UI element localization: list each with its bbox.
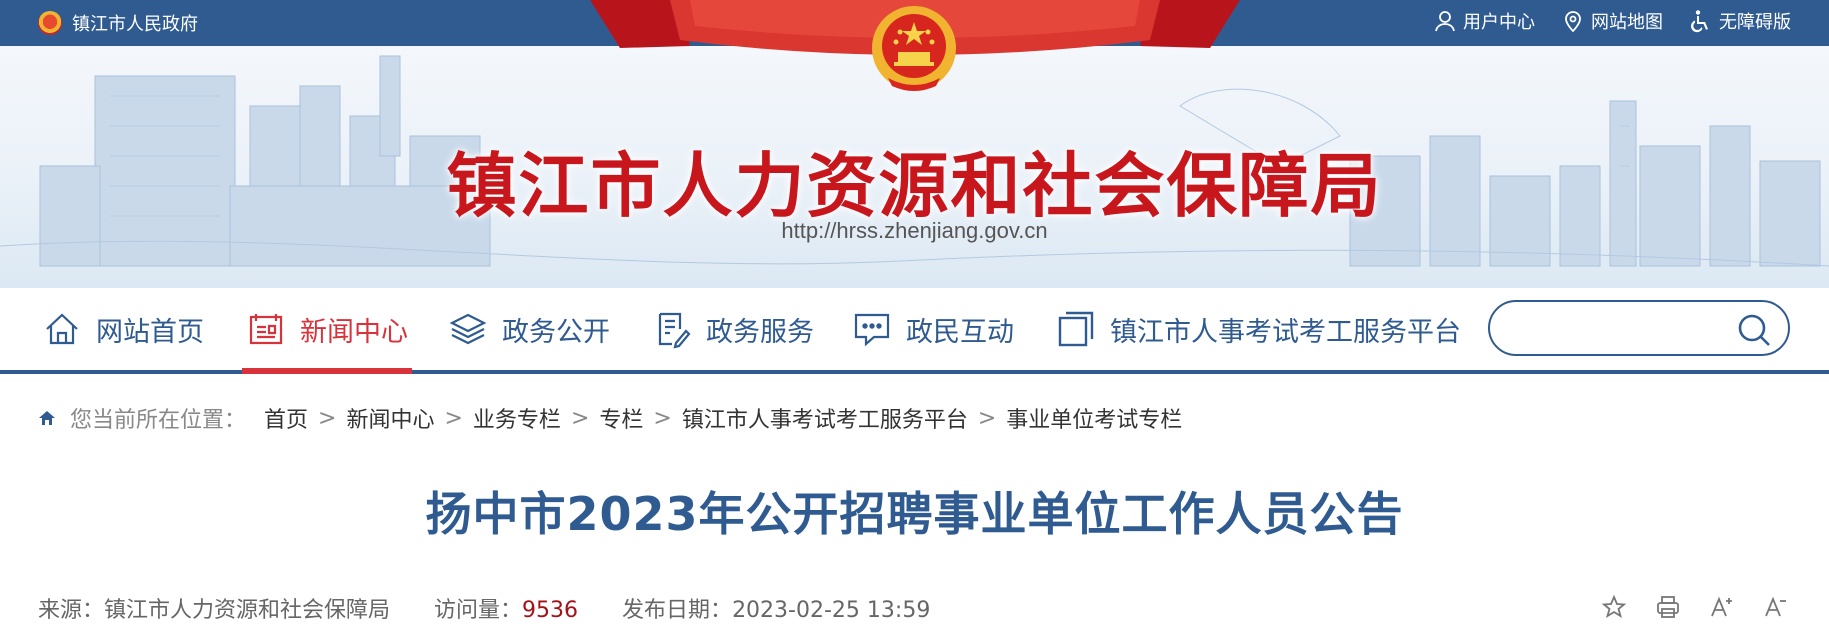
- breadcrumb-separator: >: [444, 405, 463, 431]
- nav-public-interaction[interactable]: 政民互动: [852, 288, 1014, 370]
- font-decrease-button[interactable]: [1763, 594, 1789, 620]
- breadcrumb-separator: >: [977, 405, 997, 431]
- search-box: [1488, 300, 1790, 356]
- article-meta: 来源：镇江市人力资源和社会保障局 访问量：9536 发布日期：2023-02-2…: [38, 592, 930, 624]
- font-increase-icon: [1711, 596, 1732, 617]
- breadcrumb-item-column[interactable]: 专栏: [599, 402, 643, 434]
- breadcrumb-item-business-column[interactable]: 业务专栏: [473, 402, 561, 434]
- print-icon: [1657, 596, 1679, 618]
- top-links: 用户中心 网站地图 无障碍版: [1433, 8, 1791, 34]
- article-title: 扬中市2023年公开招聘事业单位工作人员公告: [425, 487, 1404, 541]
- search-input[interactable]: [1510, 312, 1730, 344]
- site-map-label: 网站地图: [1591, 12, 1663, 33]
- breadcrumb-separator: >: [318, 405, 337, 431]
- accessibility-icon: [1690, 10, 1708, 33]
- source-label: 来源：: [38, 598, 105, 623]
- news-icon: [249, 314, 283, 345]
- gov-link[interactable]: 镇江市人民政府: [38, 10, 198, 36]
- accessibility-label: 无障碍版: [1719, 12, 1791, 33]
- breadcrumb-item-news-center[interactable]: 新闻中心: [346, 402, 434, 434]
- font-increase-button[interactable]: [1709, 594, 1735, 620]
- nav-home[interactable]: 网站首页: [42, 288, 204, 370]
- breadcrumb-label: 您当前所在位置：: [70, 408, 247, 433]
- home-icon: [39, 411, 55, 425]
- source-value: 镇江市人力资源和社会保障局: [104, 598, 391, 623]
- user-center-link[interactable]: 用户中心: [1433, 8, 1535, 34]
- breadcrumb: 您当前所在位置： 首页 > 新闻中心 > 业务专栏 > 专栏 > 镇江市人事考试…: [38, 403, 1182, 433]
- nav-public-interaction-label: 政民互动: [906, 316, 1014, 348]
- breadcrumb-separator: >: [653, 405, 672, 431]
- breadcrumb-item-public-institution-exams[interactable]: 事业单位考试专栏: [1006, 402, 1182, 434]
- breadcrumb-separator: >: [570, 405, 590, 431]
- breadcrumb-item-home[interactable]: 首页: [264, 402, 308, 434]
- main-nav: 网站首页 新闻中心 政务公开 政务服务 政民互动 镇江市人事考试考工服务平台: [0, 288, 1829, 374]
- article-date: 发布日期：2023-02-25 13:59: [622, 592, 930, 624]
- breadcrumb-item-exam-platform[interactable]: 镇江市人事考试考工服务平台: [682, 402, 968, 434]
- home-icon: [46, 313, 78, 345]
- site-title: 镇江市人力资源和社会保障局: [446, 144, 1383, 227]
- nav-gov-services-label: 政务服务: [706, 316, 814, 348]
- nav-gov-affairs-open[interactable]: 政务公开: [448, 288, 610, 370]
- search-icon[interactable]: [1736, 312, 1772, 348]
- nav-home-label: 网站首页: [96, 316, 204, 348]
- font-decrease-icon: [1765, 596, 1786, 617]
- article-views: 访问量：9536: [434, 592, 578, 624]
- nav-exam-platform-label: 镇江市人事考试考工服务平台: [1110, 316, 1461, 348]
- site-url: http://hrss.zhenjiang.gov.cn: [781, 218, 1048, 243]
- accessibility-link[interactable]: 无障碍版: [1689, 8, 1791, 34]
- date-value: 2023-02-25 13:59: [732, 598, 931, 623]
- chat-icon: [854, 313, 890, 347]
- user-icon: [1435, 11, 1455, 32]
- nav-gov-affairs-open-label: 政务公开: [502, 316, 610, 348]
- views-count: 9536: [522, 598, 579, 623]
- nav-gov-services[interactable]: 政务服务: [652, 288, 814, 370]
- views-label: 访问量：: [434, 598, 523, 623]
- article-tools: [1601, 594, 1789, 620]
- article-source: 来源：镇江市人力资源和社会保障局: [38, 592, 390, 624]
- nav-news-center[interactable]: 新闻中心: [242, 288, 412, 374]
- national-emblem-icon: [38, 11, 62, 35]
- date-label: 发布日期：: [622, 598, 733, 623]
- nav-exam-platform[interactable]: 镇江市人事考试考工服务平台: [1056, 288, 1461, 370]
- nav-news-center-label: 新闻中心: [300, 316, 408, 348]
- star-icon: [1601, 594, 1627, 618]
- map-pin-icon: [1565, 11, 1581, 33]
- print-button[interactable]: [1655, 594, 1681, 620]
- gov-name: 镇江市人民政府: [72, 14, 198, 35]
- document-edit-icon: [658, 312, 691, 349]
- layers-icon: [449, 313, 487, 345]
- site-map-link[interactable]: 网站地图: [1561, 8, 1663, 34]
- national-emblem-icon: [872, 6, 956, 91]
- user-center-label: 用户中心: [1463, 12, 1535, 33]
- window-icon: [1058, 311, 1094, 347]
- favorite-button[interactable]: [1601, 594, 1627, 620]
